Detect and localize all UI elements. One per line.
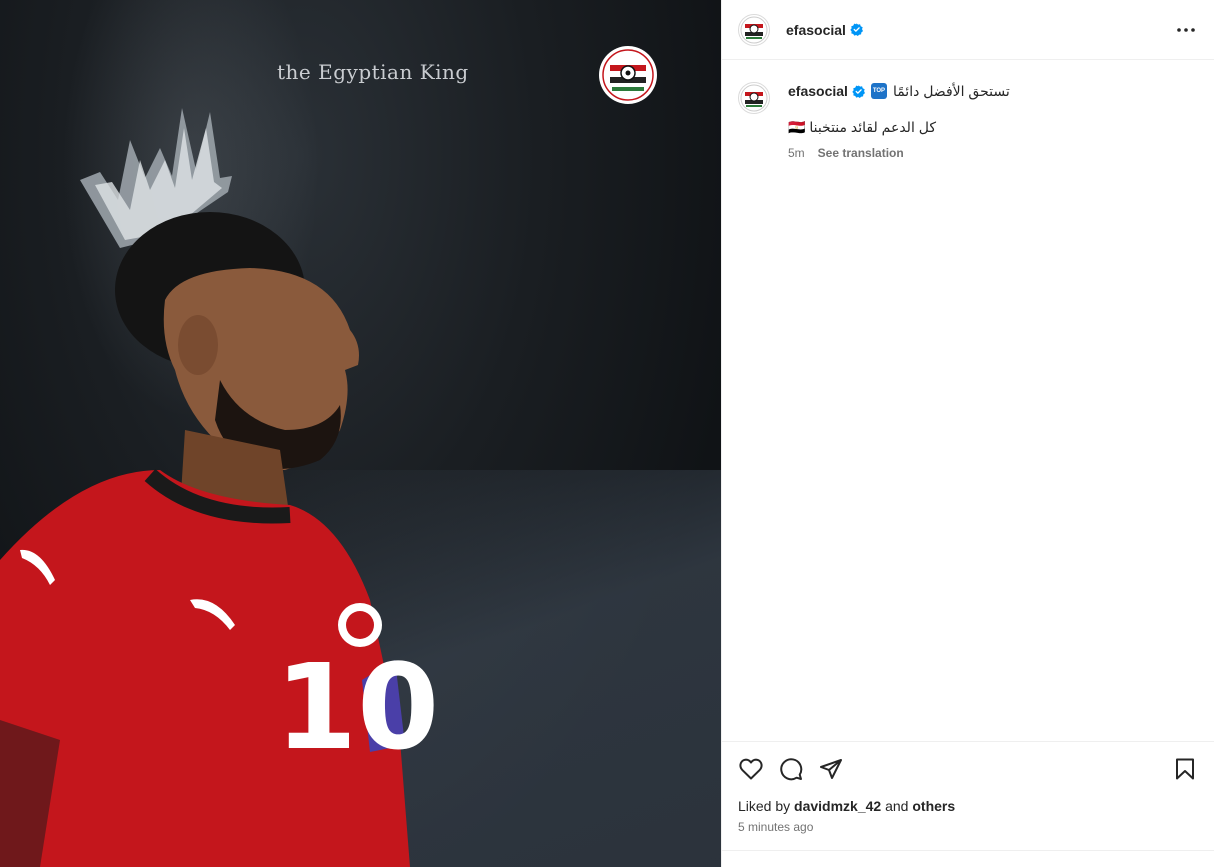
verified-icon [852,84,865,98]
caption-meta: 5m See translation [788,144,1010,162]
post-side-panel: efasocial efasocial TOP تستحق الأفضل دائ… [721,0,1214,867]
caption-text-line-2: كل الدعم لقائد منتخبنا 🇪🇬 [788,119,936,135]
post-caption: efasocial TOP تستحق الأفضل دائمًا كل الد… [722,60,1214,162]
post-actions-section: Liked by davidmzk_42 and others 5 minute… [722,741,1214,834]
likes-prefix: Liked by [738,798,791,814]
more-icon [1177,27,1195,32]
divider [722,850,1214,851]
avatar[interactable] [738,82,770,114]
action-bar [722,742,1214,796]
heart-icon [739,758,763,780]
player-illustration: 10 [0,108,439,867]
post-image[interactable]: 10 the Egyptian King [0,0,721,867]
top-emoji-icon: TOP [870,83,887,99]
bookmark-icon [1176,758,1194,780]
caption-age: 5m [788,146,805,160]
save-button[interactable] [1172,756,1198,782]
comment-button[interactable] [778,756,804,782]
header-username[interactable]: efasocial [786,22,846,38]
efa-logo-badge [599,46,657,104]
likes-joiner: and [885,798,909,814]
image-overlay-title: the Egyptian King [277,60,469,84]
likes-summary: Liked by davidmzk_42 and others [722,796,1214,814]
more-options-button[interactable] [1174,18,1198,42]
efa-logo-icon [740,84,768,112]
jersey-number: 10 [275,638,439,776]
see-translation-link[interactable]: See translation [818,144,904,162]
post-header: efasocial [722,0,1214,60]
caption-username[interactable]: efasocial [788,82,848,100]
verified-icon [850,23,863,36]
likes-others-link[interactable]: others [912,798,955,814]
post-timestamp: 5 minutes ago [738,820,814,834]
caption-line-1: efasocial TOP تستحق الأفضل دائمًا [788,82,1010,100]
caption-body: efasocial TOP تستحق الأفضل دائمًا كل الد… [788,82,1010,162]
avatar[interactable] [738,13,770,46]
caption-text-line-1: تستحق الأفضل دائمًا [892,83,1010,99]
liked-by-user[interactable]: davidmzk_42 [794,798,881,814]
share-icon [820,759,842,779]
share-button[interactable] [818,756,844,782]
like-button[interactable] [738,756,764,782]
comment-icon [780,758,803,781]
efa-logo-icon [602,49,654,101]
efa-logo-icon [740,16,768,43]
